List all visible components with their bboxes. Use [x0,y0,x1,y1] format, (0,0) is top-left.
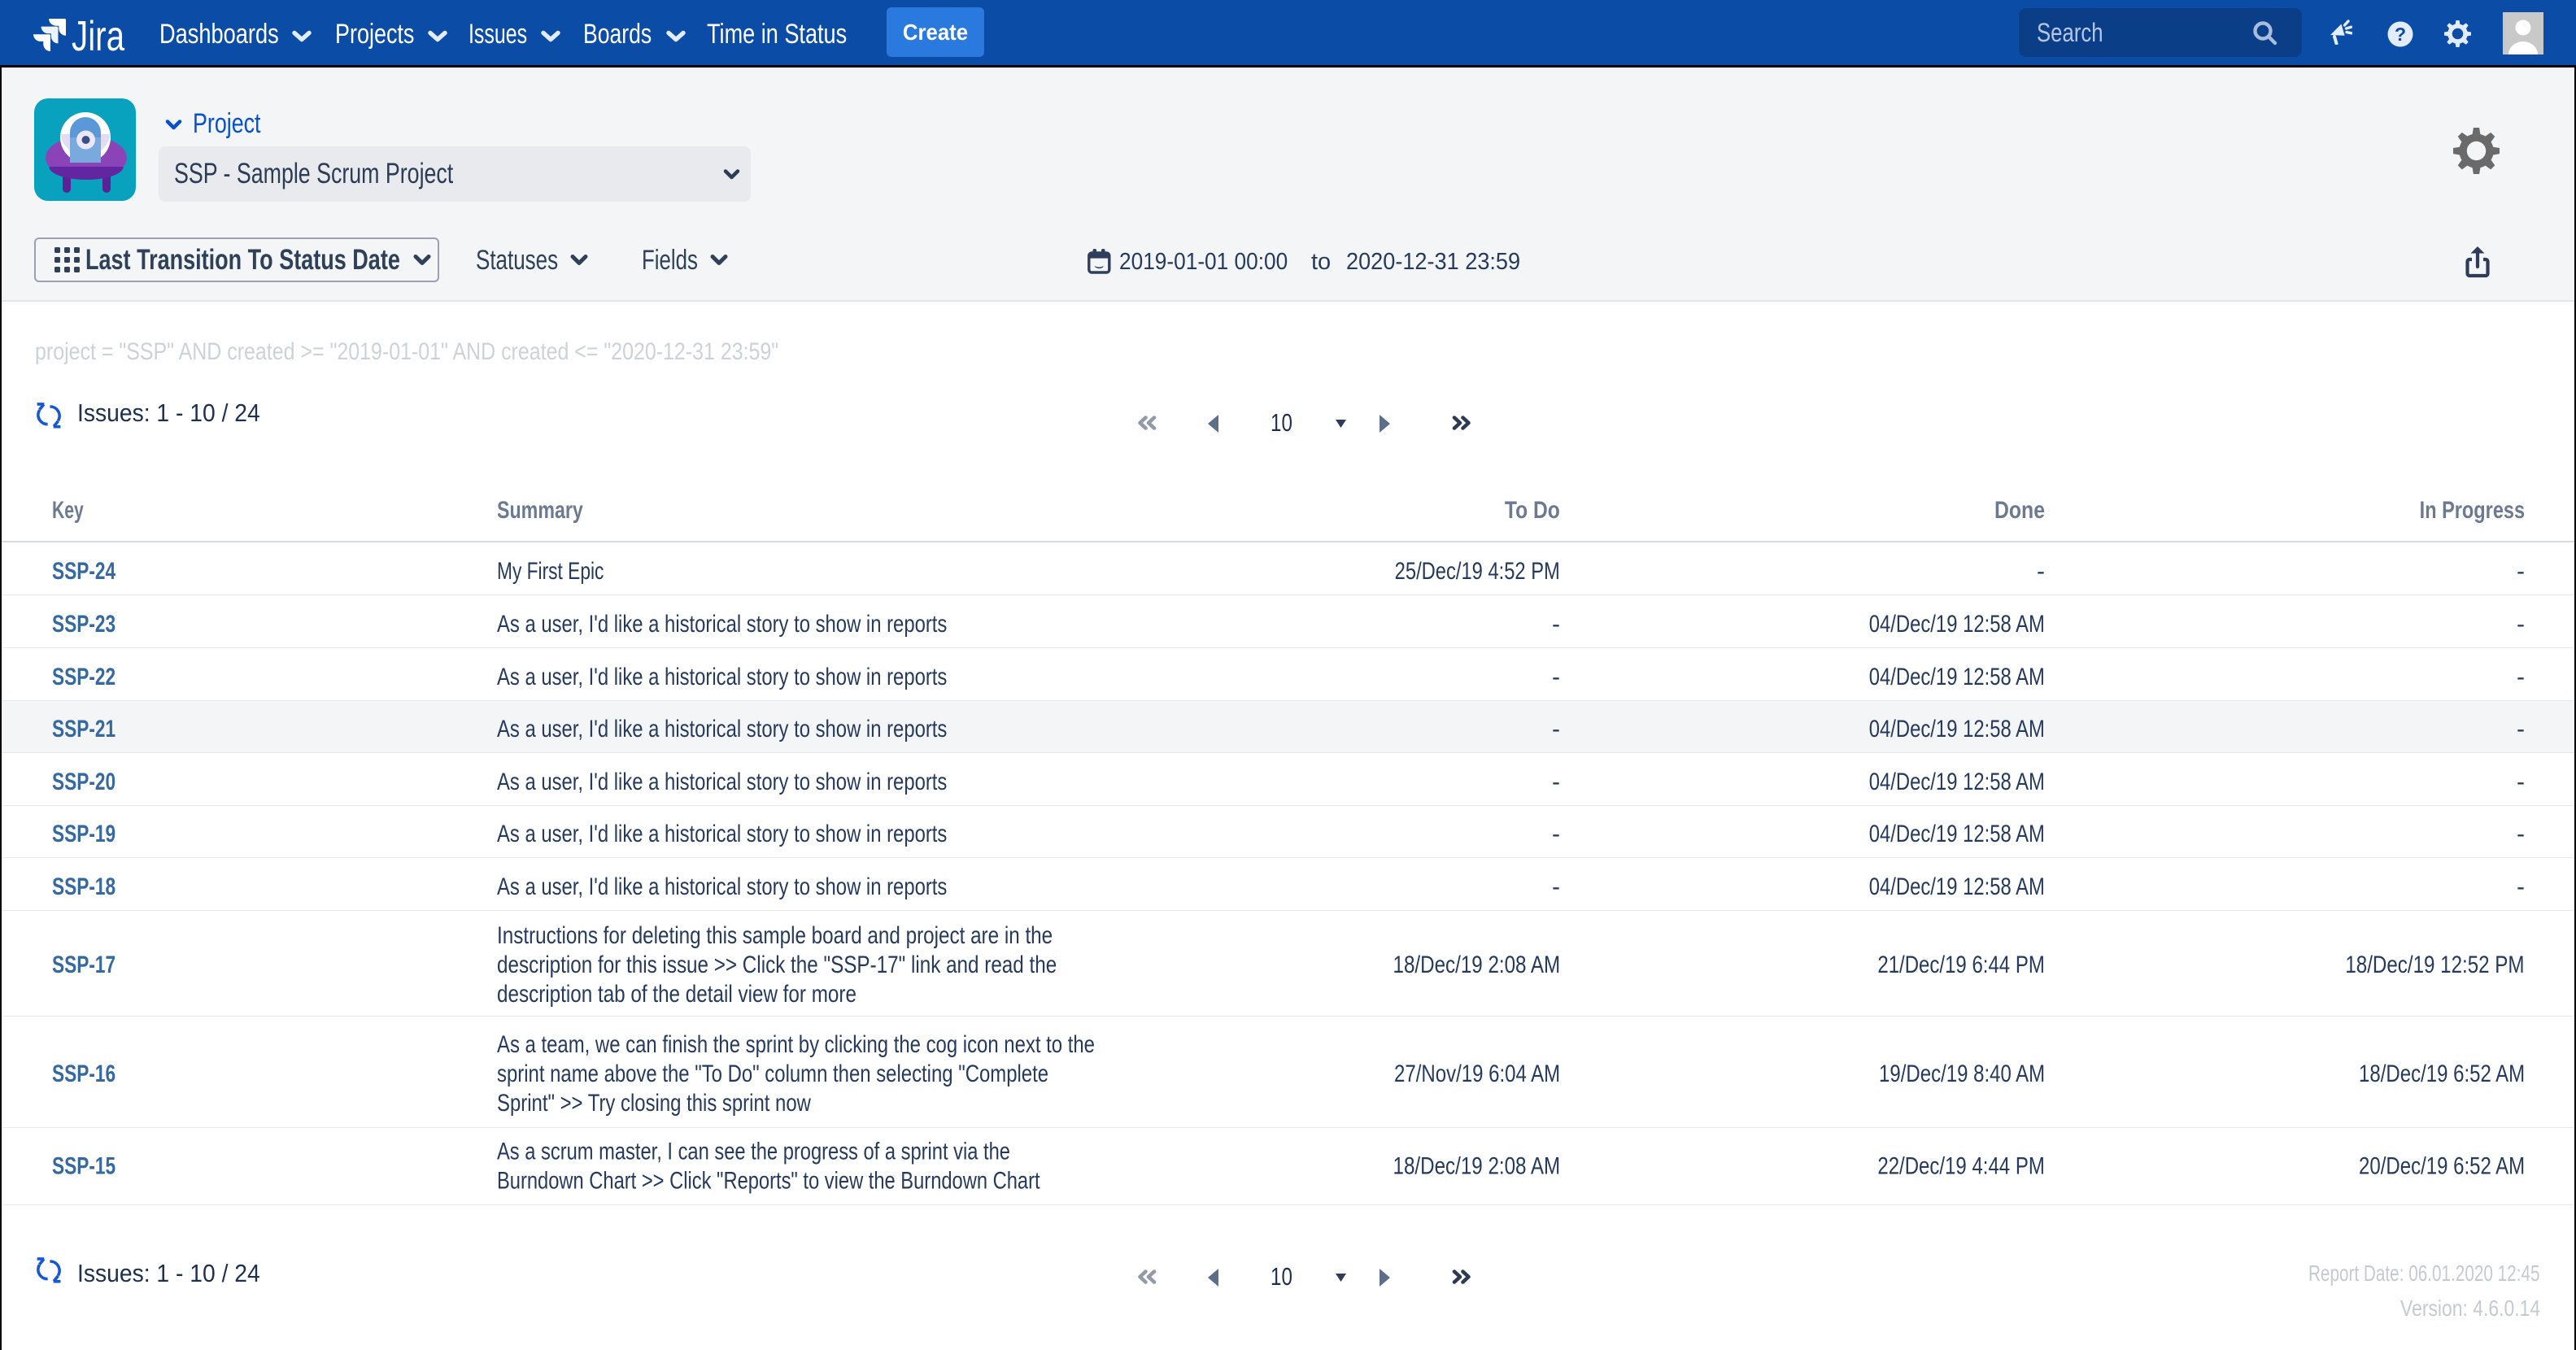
svg-text:?: ? [2395,24,2406,45]
